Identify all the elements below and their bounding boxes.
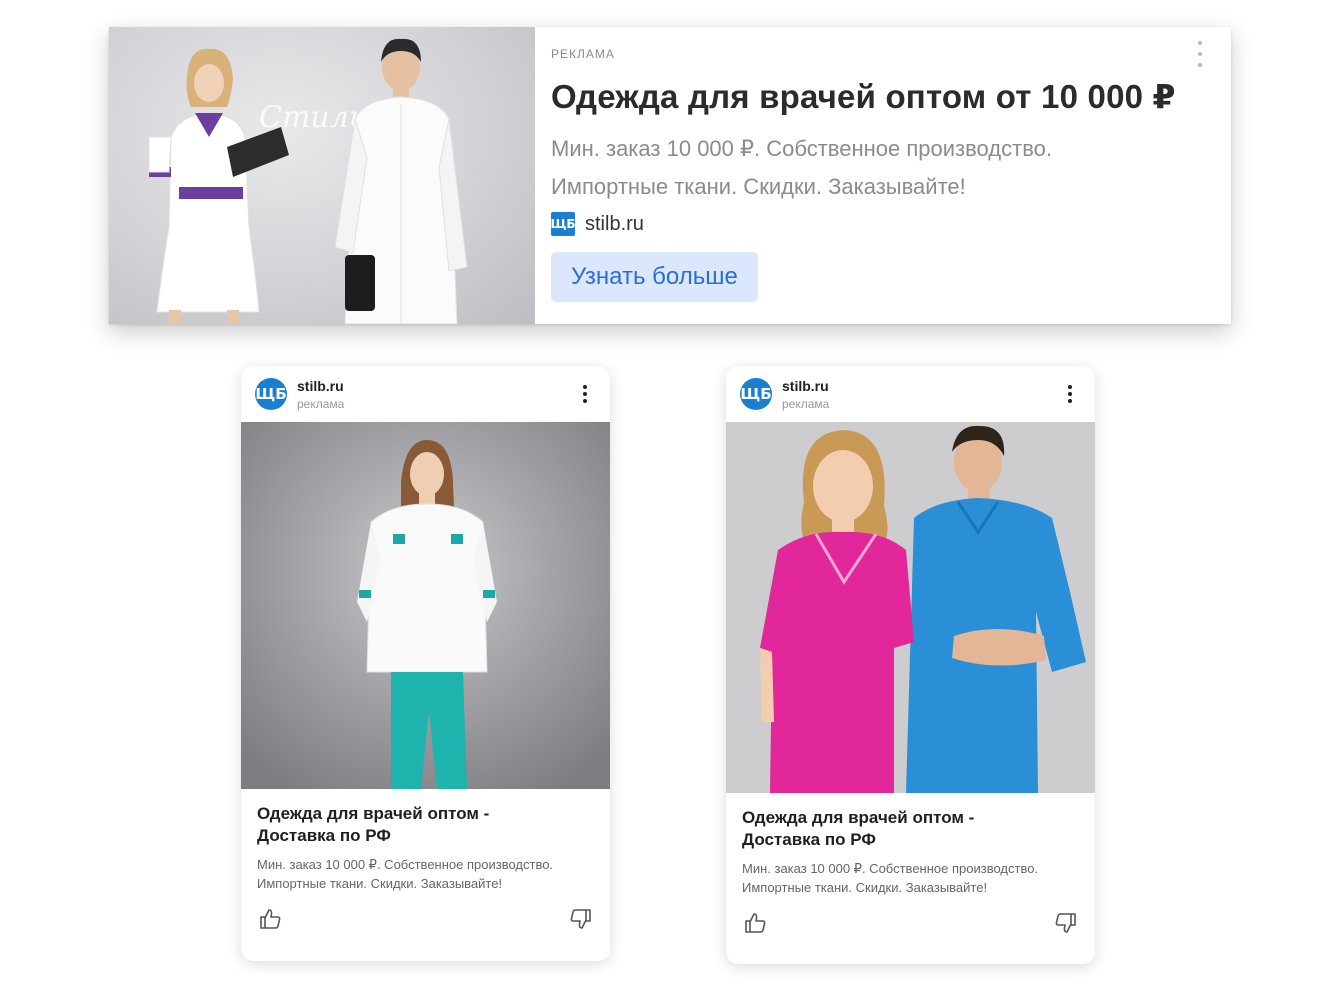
banner-desc-line-2: Импортные ткани. Скидки. Заказывайте! bbox=[551, 174, 966, 199]
card-ad-label: реклама bbox=[297, 396, 345, 411]
ad-card-1[interactable]: ЩБ stilb.ru реклама Одежда для врачей оп… bbox=[241, 366, 610, 961]
thumbs-down-icon[interactable] bbox=[1053, 911, 1077, 935]
card-title[interactable]: Одежда для врачей оптом - Доставка по РФ bbox=[257, 803, 594, 847]
card-desc-line-1: Мин. заказ 10 000 ₽. Собственное произво… bbox=[257, 857, 554, 872]
kebab-menu-icon[interactable] bbox=[1067, 385, 1073, 403]
banner-body: РЕКЛАМА Одежда для врачей оптом от 10 00… bbox=[535, 27, 1231, 324]
card-photo[interactable] bbox=[726, 422, 1095, 793]
card-actions bbox=[241, 893, 610, 949]
thumbs-up-icon[interactable] bbox=[744, 911, 768, 935]
card-header: ЩБ stilb.ru реклама bbox=[241, 366, 610, 422]
card-header: ЩБ stilb.ru реклама bbox=[726, 366, 1095, 422]
doctors-pink-blue-scrubs-photo bbox=[726, 422, 1095, 793]
stilb-logo-icon: ЩБ bbox=[740, 378, 772, 410]
banner-domain-link[interactable]: stilb.ru bbox=[585, 213, 644, 236]
banner-description: Мин. заказ 10 000 ₽. Собственное произво… bbox=[551, 130, 1211, 206]
card-source: stilb.ru реклама bbox=[782, 378, 829, 411]
banner-title[interactable]: Одежда для врачей оптом от 10 000 ₽ bbox=[551, 77, 1211, 116]
banner-ad[interactable]: Стиль РЕКЛАМА Одежда для врачей оптом от… bbox=[109, 27, 1231, 324]
doctor-teal-uniform-photo bbox=[241, 422, 610, 789]
card-photo[interactable] bbox=[241, 422, 610, 789]
thumbs-up-icon[interactable] bbox=[259, 907, 283, 931]
stilb-logo-icon: ЩБ bbox=[255, 378, 287, 410]
card-source: stilb.ru реклама bbox=[297, 378, 344, 411]
card-text: Одежда для врачей оптом - Доставка по РФ… bbox=[241, 789, 610, 893]
card-ad-label: реклама bbox=[782, 396, 830, 411]
card-domain[interactable]: stilb.ru bbox=[782, 378, 829, 394]
banner-photo[interactable]: Стиль bbox=[109, 27, 535, 324]
kebab-menu-icon[interactable] bbox=[1197, 41, 1203, 67]
stilb-logo-icon: ЩБ bbox=[550, 212, 576, 236]
doctors-photo: Стиль bbox=[148, 38, 468, 324]
card-title[interactable]: Одежда для врачей оптом - Доставка по РФ bbox=[742, 807, 1079, 851]
banner-domain-row[interactable]: ЩБ stilb.ru bbox=[550, 212, 1211, 236]
card-title-line-2: Доставка по РФ bbox=[742, 830, 876, 849]
card-desc-line-2: Импортные ткани. Скидки. Заказывайте! bbox=[742, 880, 988, 895]
thumbs-down-icon[interactable] bbox=[568, 907, 592, 931]
learn-more-button[interactable]: Узнать больше bbox=[551, 252, 758, 302]
card-desc-line-1: Мин. заказ 10 000 ₽. Собственное произво… bbox=[742, 861, 1039, 876]
kebab-menu-icon[interactable] bbox=[582, 385, 588, 403]
card-title-line-1: Одежда для врачей оптом - bbox=[742, 808, 975, 827]
card-text: Одежда для врачей оптом - Доставка по РФ… bbox=[726, 793, 1095, 897]
card-description: Мин. заказ 10 000 ₽. Собственное произво… bbox=[257, 855, 594, 893]
banner-desc-line-1: Мин. заказ 10 000 ₽. Собственное произво… bbox=[551, 136, 1052, 161]
card-description: Мин. заказ 10 000 ₽. Собственное произво… bbox=[742, 859, 1079, 897]
card-title-line-2: Доставка по РФ bbox=[257, 826, 391, 845]
card-desc-line-2: Импортные ткани. Скидки. Заказывайте! bbox=[257, 876, 503, 891]
card-title-line-1: Одежда для врачей оптом - bbox=[257, 804, 490, 823]
card-domain[interactable]: stilb.ru bbox=[297, 378, 344, 394]
ad-label: РЕКЛАМА bbox=[551, 47, 615, 61]
ad-card-2[interactable]: ЩБ stilb.ru реклама Одежда для врачей оп… bbox=[726, 366, 1095, 964]
card-actions bbox=[726, 897, 1095, 953]
